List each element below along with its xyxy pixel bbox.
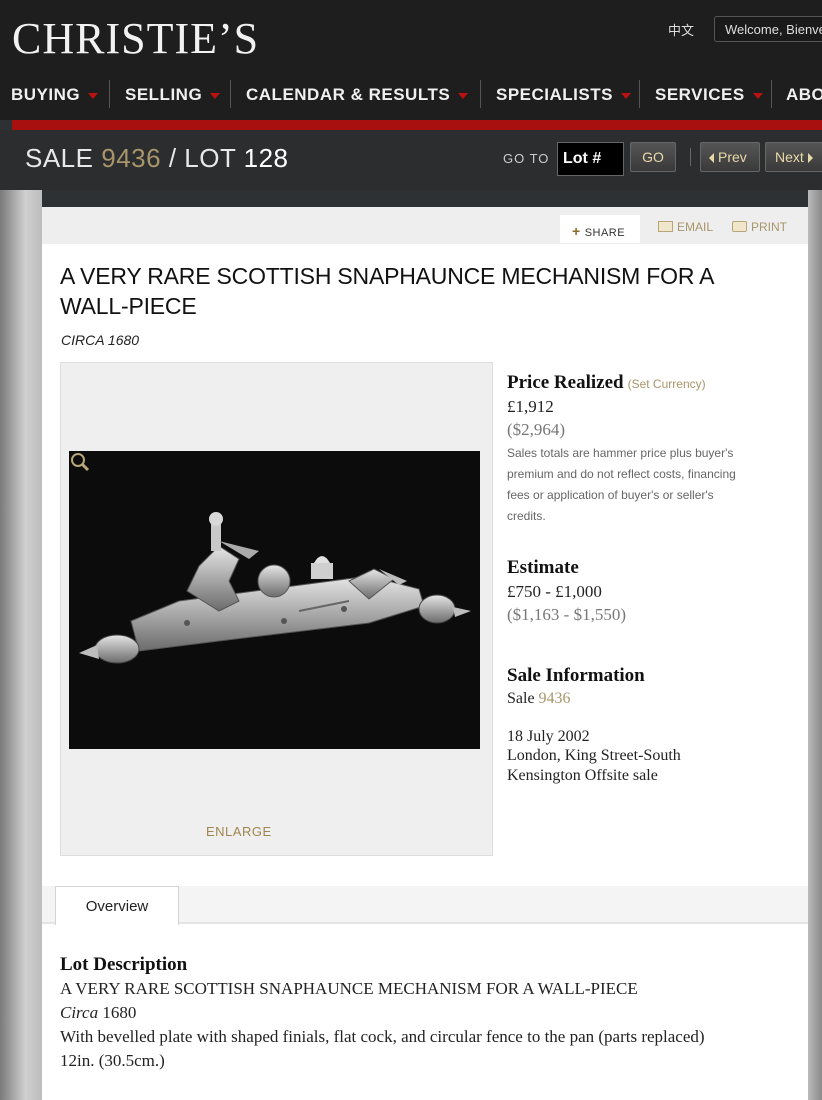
description-size: 12in. (30.5cm.): [60, 1051, 165, 1070]
next-label: Next: [775, 149, 804, 165]
caret-down-icon: [752, 92, 763, 99]
lot-number: 128: [243, 143, 289, 173]
price-usd: ($2,964): [507, 420, 566, 439]
estimate-usd: ($1,163 - $1,550): [507, 605, 626, 624]
nav-item-label: CALENDAR & RESULTS: [246, 85, 451, 104]
plus-icon: +: [572, 223, 581, 239]
lot-description: Lot Description A VERY RARE SCOTTISH SNA…: [60, 953, 790, 1073]
sale-label: SALE: [25, 143, 94, 173]
email-button[interactable]: EMAIL: [658, 220, 713, 234]
nav-item-services[interactable]: SERVICES: [655, 82, 763, 108]
sale-date: 18 July 2002: [507, 728, 590, 745]
nav-divider: [771, 80, 772, 108]
sale-lot-title: SALE 9436 / LOT 128: [25, 143, 289, 174]
nav-item-label: ABOUT: [786, 85, 822, 104]
nav-item-label: SELLING: [125, 85, 203, 104]
sale-number-link[interactable]: 9436: [539, 690, 571, 707]
nav-item-selling[interactable]: SELLING: [125, 82, 221, 108]
estimate-gbp: £750 - £1,000: [507, 582, 602, 601]
nav-item-calendar-results[interactable]: CALENDAR & RESULTS: [246, 82, 469, 108]
magnifier-icon[interactable]: [69, 451, 91, 473]
goto-label: GO TO: [503, 151, 550, 166]
lot-circa: CIRCA 1680: [61, 332, 140, 348]
lot-number-input[interactable]: Lot #: [557, 142, 624, 176]
language-link[interactable]: 中文: [668, 20, 694, 39]
price-note: Sales totals are hammer price plus buyer…: [507, 446, 736, 523]
share-button[interactable]: + SHARE: [560, 215, 640, 243]
separator: /: [168, 143, 177, 173]
nav-divider: [230, 80, 231, 108]
nav-divider: [480, 80, 481, 108]
accent-stripe: [12, 120, 822, 130]
nav-divider: [109, 80, 110, 108]
sale-header: SALE 9436 / LOT 128 GO TO Lot # GO Prev …: [0, 130, 822, 190]
price-realized-label: Price Realized: [507, 372, 624, 393]
enlarge-link[interactable]: ENLARGE: [206, 824, 272, 839]
lot-title: A VERY RARE SCOTTISH SNAPHAUNCE MECHANIS…: [60, 263, 714, 319]
print-label: PRINT: [751, 220, 787, 234]
sale-number[interactable]: 9436: [101, 143, 161, 173]
arrow-right-icon: [807, 153, 813, 164]
description-circa: Circa 1680: [60, 1001, 790, 1025]
lot-image[interactable]: [69, 451, 480, 749]
top-bar: CHRISTIE’S 中文 Welcome, Bienvenue: [0, 0, 822, 70]
nav-item-about[interactable]: ABOUT: [786, 82, 822, 108]
price-gbp: £1,912: [507, 397, 554, 416]
description-body: With bevelled plate with shaped finials,…: [60, 1027, 705, 1046]
window-edge: [0, 190, 42, 1100]
email-label: EMAIL: [677, 220, 714, 234]
divider: [690, 148, 691, 166]
nav-divider: [639, 80, 640, 108]
lot-description-heading: Lot Description: [60, 954, 188, 975]
lot-detail-panel: + SHARE EMAIL PRINT A VERY RARE SCOTTISH …: [42, 207, 808, 1100]
lot-info-column: Price Realized (Set Currency) £1,912 ($2…: [507, 372, 797, 786]
printer-icon: [732, 221, 747, 232]
prev-label: Prev: [718, 149, 747, 165]
price-realized-heading: Price Realized (Set Currency): [507, 372, 797, 394]
estimate-heading: Estimate: [507, 557, 579, 578]
main-nav: BUYING SELLING CALENDAR & RESULTS SPECIA…: [0, 70, 822, 120]
print-button[interactable]: PRINT: [732, 220, 787, 234]
sale-information-heading: Sale Information: [507, 665, 645, 686]
lot-image-box: ENLARGE: [60, 362, 493, 856]
caret-down-icon: [620, 92, 631, 99]
arrow-left-icon: [709, 153, 714, 164]
sale-location: London, King Street-South Kensington Off…: [507, 747, 681, 784]
nav-item-label: BUYING: [11, 85, 81, 104]
next-button[interactable]: Next: [765, 142, 822, 172]
envelope-icon: [658, 221, 673, 232]
caret-down-icon: [88, 92, 99, 99]
caret-down-icon: [210, 92, 221, 99]
nav-item-buying[interactable]: BUYING: [11, 82, 99, 108]
lot-label: LOT: [184, 143, 236, 173]
sale-line: Sale 9436: [507, 690, 797, 708]
share-label: SHARE: [584, 227, 626, 239]
window-edge: [808, 190, 822, 1100]
circa-word: Circa: [60, 1003, 99, 1022]
circa-year: 1680: [102, 1003, 137, 1022]
tab-overview[interactable]: Overview: [55, 886, 179, 925]
nav-item-specialists[interactable]: SPECIALISTS: [496, 82, 631, 108]
set-currency-link[interactable]: (Set Currency): [628, 377, 706, 391]
go-button[interactable]: GO: [630, 142, 676, 172]
prev-button[interactable]: Prev: [700, 142, 760, 172]
nav-item-label: SPECIALISTS: [496, 85, 613, 104]
description-title: A VERY RARE SCOTTISH SNAPHAUNCE MECHANIS…: [60, 979, 638, 998]
action-toolbar: + SHARE EMAIL PRINT: [42, 207, 808, 244]
caret-down-icon: [458, 92, 469, 99]
sale-label: Sale: [507, 690, 535, 707]
welcome-box[interactable]: Welcome, Bienvenue: [714, 16, 822, 42]
nav-item-label: SERVICES: [655, 85, 745, 104]
christies-logo[interactable]: CHRISTIE’S: [12, 14, 259, 64]
